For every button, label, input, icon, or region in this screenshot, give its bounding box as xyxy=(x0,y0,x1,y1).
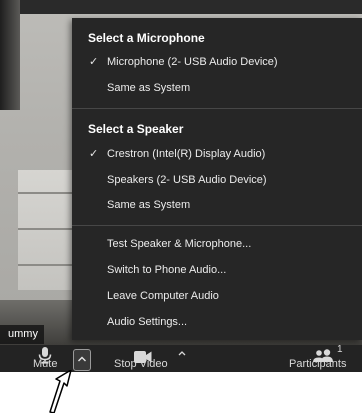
check-icon: ✓ xyxy=(89,56,99,68)
menu-item-label: Leave Computer Audio xyxy=(107,290,219,302)
video-options-chevron-up-icon[interactable] xyxy=(178,350,186,356)
chevron-up-icon xyxy=(78,356,86,362)
mute-label: Mute xyxy=(33,358,58,370)
leave-computer-audio-item[interactable]: Leave Computer Audio xyxy=(72,285,362,307)
meeting-toolbar: Mute Stop Video 1 Participants xyxy=(0,344,362,372)
mouse-cursor-icon xyxy=(49,370,72,413)
switch-to-phone-audio-item[interactable]: Switch to Phone Audio... xyxy=(72,259,362,281)
video-feed-dark-left xyxy=(0,0,20,110)
participant-name-tag: ummy xyxy=(0,325,44,344)
participants-label: Participants xyxy=(289,358,347,370)
mute-button[interactable]: Mute xyxy=(30,345,70,372)
speaker-option-crestron[interactable]: ✓ Crestron (Intel(R) Display Audio) xyxy=(72,143,362,165)
audio-options-menu: Select a Microphone ✓ Microphone (2- USB… xyxy=(72,18,362,340)
menu-item-label: Microphone (2- USB Audio Device) xyxy=(107,56,278,68)
video-feed-dark-top xyxy=(0,0,362,14)
participants-button[interactable]: 1 Participants xyxy=(285,344,362,372)
menu-item-label: Audio Settings... xyxy=(107,316,188,328)
audio-options-button[interactable] xyxy=(73,349,91,371)
stop-video-label: Stop Video xyxy=(114,358,168,370)
microphone-section-header: Select a Microphone xyxy=(88,31,205,45)
check-icon: ✓ xyxy=(89,148,99,160)
test-speaker-microphone-item[interactable]: Test Speaker & Microphone... xyxy=(72,233,362,255)
menu-item-label: Same as System xyxy=(107,199,191,211)
stop-video-button[interactable]: Stop Video xyxy=(112,345,182,372)
menu-divider xyxy=(72,108,362,109)
microphone-option-same-as-system[interactable]: Same as System xyxy=(72,77,362,99)
microphone-option-usb-audio[interactable]: ✓ Microphone (2- USB Audio Device) xyxy=(72,51,362,73)
menu-item-label: Test Speaker & Microphone... xyxy=(107,238,252,250)
audio-settings-item[interactable]: Audio Settings... xyxy=(72,311,362,333)
menu-item-label: Same as System xyxy=(107,82,191,94)
speaker-section-header: Select a Speaker xyxy=(88,122,184,136)
menu-item-label: Switch to Phone Audio... xyxy=(107,264,227,276)
menu-item-label: Crestron (Intel(R) Display Audio) xyxy=(107,148,266,160)
participants-count: 1 xyxy=(337,344,343,355)
speaker-option-usb-audio[interactable]: Speakers (2- USB Audio Device) xyxy=(72,169,362,191)
speaker-option-same-as-system[interactable]: Same as System xyxy=(72,194,362,216)
menu-divider xyxy=(72,225,362,226)
menu-item-label: Speakers (2- USB Audio Device) xyxy=(107,174,267,186)
